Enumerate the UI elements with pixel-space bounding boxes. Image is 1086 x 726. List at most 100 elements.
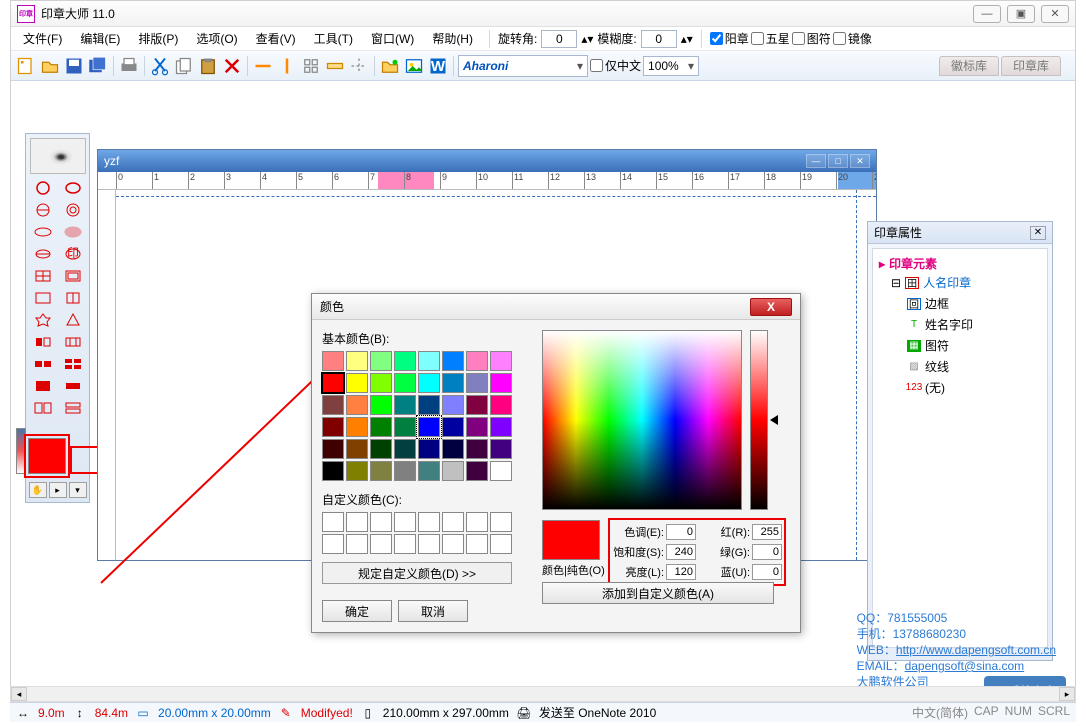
basic-color-19[interactable] <box>394 395 416 415</box>
stamp-shape-7[interactable]: 印 <box>59 244 87 264</box>
tree-sub-symbol[interactable]: ▦图符 <box>879 335 1041 356</box>
custom-color-8[interactable] <box>322 534 344 554</box>
tree-node-name-stamp[interactable]: ⊟田人名印章 <box>879 272 1041 293</box>
tool-hline-icon[interactable] <box>252 55 274 77</box>
basic-color-45[interactable] <box>442 461 464 481</box>
rotate-spinner[interactable]: ▴▾ <box>581 32 593 46</box>
sat-input[interactable] <box>666 544 696 560</box>
check-mirror[interactable]: 镜像 <box>833 30 872 47</box>
stamp-shape-21[interactable] <box>59 398 87 418</box>
luminance-slider[interactable] <box>750 330 768 510</box>
tool-new-icon[interactable] <box>15 55 37 77</box>
stamp-shape-16[interactable] <box>29 354 57 374</box>
basic-color-9[interactable] <box>346 373 368 393</box>
minimize-button[interactable]: — <box>973 5 1001 23</box>
tool-image-icon[interactable] <box>403 55 425 77</box>
basic-color-39[interactable] <box>490 439 512 459</box>
red-input[interactable] <box>752 524 782 540</box>
basic-color-28[interactable] <box>418 417 440 437</box>
custom-color-9[interactable] <box>346 534 368 554</box>
current-color-swatch[interactable] <box>28 438 66 474</box>
basic-color-26[interactable] <box>370 417 392 437</box>
tab-badge-lib[interactable]: 徽标库 <box>939 56 999 76</box>
basic-color-43[interactable] <box>394 461 416 481</box>
basic-color-0[interactable] <box>322 351 344 371</box>
menu-help[interactable]: 帮助(H) <box>424 28 481 49</box>
custom-color-3[interactable] <box>394 512 416 532</box>
custom-color-13[interactable] <box>442 534 464 554</box>
basic-color-3[interactable] <box>394 351 416 371</box>
custom-color-15[interactable] <box>490 534 512 554</box>
basic-color-30[interactable] <box>466 417 488 437</box>
properties-close-button[interactable]: ✕ <box>1030 226 1046 240</box>
custom-color-10[interactable] <box>370 534 392 554</box>
basic-color-4[interactable] <box>418 351 440 371</box>
basic-color-17[interactable] <box>346 395 368 415</box>
menu-layout[interactable]: 排版(P) <box>130 28 186 49</box>
palette-more-icon[interactable]: ▾ <box>69 482 87 498</box>
ruler-horizontal[interactable]: 012345678910111213141516171819202122 <box>98 172 876 190</box>
stamp-shape-0[interactable] <box>29 178 57 198</box>
stamp-shape-9[interactable] <box>59 266 87 286</box>
tool-vline-icon[interactable] <box>276 55 298 77</box>
basic-color-42[interactable] <box>370 461 392 481</box>
basic-color-33[interactable] <box>346 439 368 459</box>
palette-hand-icon[interactable]: ✋ <box>29 482 47 498</box>
tool-folder-icon[interactable] <box>379 55 401 77</box>
document-titlebar[interactable]: yzf — □ ✕ <box>98 150 876 172</box>
basic-color-6[interactable] <box>466 351 488 371</box>
custom-color-7[interactable] <box>490 512 512 532</box>
basic-color-13[interactable] <box>442 373 464 393</box>
basic-color-25[interactable] <box>346 417 368 437</box>
add-custom-color-button[interactable]: 添加到自定义颜色(A) <box>542 582 774 604</box>
tool-ruler-icon[interactable] <box>324 55 346 77</box>
properties-titlebar[interactable]: 印章属性 ✕ <box>868 222 1052 244</box>
ok-button[interactable]: 确定 <box>322 600 392 622</box>
basic-color-32[interactable] <box>322 439 344 459</box>
custom-color-11[interactable] <box>394 534 416 554</box>
tool-open-icon[interactable] <box>39 55 61 77</box>
color-dialog-titlebar[interactable]: 颜色 X <box>312 294 800 320</box>
menu-edit[interactable]: 编辑(E) <box>72 28 128 49</box>
scroll-right-button[interactable]: ▸ <box>1059 687 1075 701</box>
menu-options[interactable]: 选项(O) <box>188 28 245 49</box>
basic-color-2[interactable] <box>370 351 392 371</box>
basic-color-31[interactable] <box>490 417 512 437</box>
stamp-shape-3[interactable] <box>59 200 87 220</box>
basic-color-11[interactable] <box>394 373 416 393</box>
basic-color-23[interactable] <box>490 395 512 415</box>
stamp-shape-1[interactable] <box>59 178 87 198</box>
basic-color-34[interactable] <box>370 439 392 459</box>
check-yang[interactable]: 阳章 <box>710 30 749 47</box>
check-cn-only[interactable]: 仅中文 <box>590 57 641 74</box>
tool-guides-icon[interactable] <box>348 55 370 77</box>
color-gradient-picker[interactable] <box>542 330 742 510</box>
basic-color-21[interactable] <box>442 395 464 415</box>
stamp-shape-11[interactable] <box>59 288 87 308</box>
tool-copy-icon[interactable] <box>173 55 195 77</box>
stamp-shape-12[interactable] <box>29 310 57 330</box>
stamp-shape-14[interactable] <box>29 332 57 352</box>
check-tu[interactable]: 图符 <box>792 30 831 47</box>
basic-color-12[interactable] <box>418 373 440 393</box>
tree-sub-none[interactable]: 123(无) <box>879 377 1041 398</box>
blue-input[interactable] <box>752 564 782 580</box>
tree-sub-texture[interactable]: ▨纹线 <box>879 356 1041 377</box>
rotate-input[interactable] <box>541 30 577 48</box>
scroll-left-button[interactable]: ◂ <box>11 687 27 701</box>
basic-color-20[interactable] <box>418 395 440 415</box>
basic-color-29[interactable] <box>442 417 464 437</box>
define-custom-button[interactable]: 规定自定义颜色(D) >> <box>322 562 512 584</box>
basic-color-5[interactable] <box>442 351 464 371</box>
stamp-shape-4[interactable] <box>29 222 57 242</box>
basic-color-1[interactable] <box>346 351 368 371</box>
stamp-shape-2[interactable] <box>29 200 57 220</box>
custom-color-12[interactable] <box>418 534 440 554</box>
tree-sub-border[interactable]: 回边框 <box>879 293 1041 314</box>
basic-color-10[interactable] <box>370 373 392 393</box>
stamp-shape-13[interactable] <box>59 310 87 330</box>
tool-print-icon[interactable] <box>118 55 140 77</box>
basic-color-8[interactable] <box>322 373 344 393</box>
basic-color-47[interactable] <box>490 461 512 481</box>
basic-color-24[interactable] <box>322 417 344 437</box>
